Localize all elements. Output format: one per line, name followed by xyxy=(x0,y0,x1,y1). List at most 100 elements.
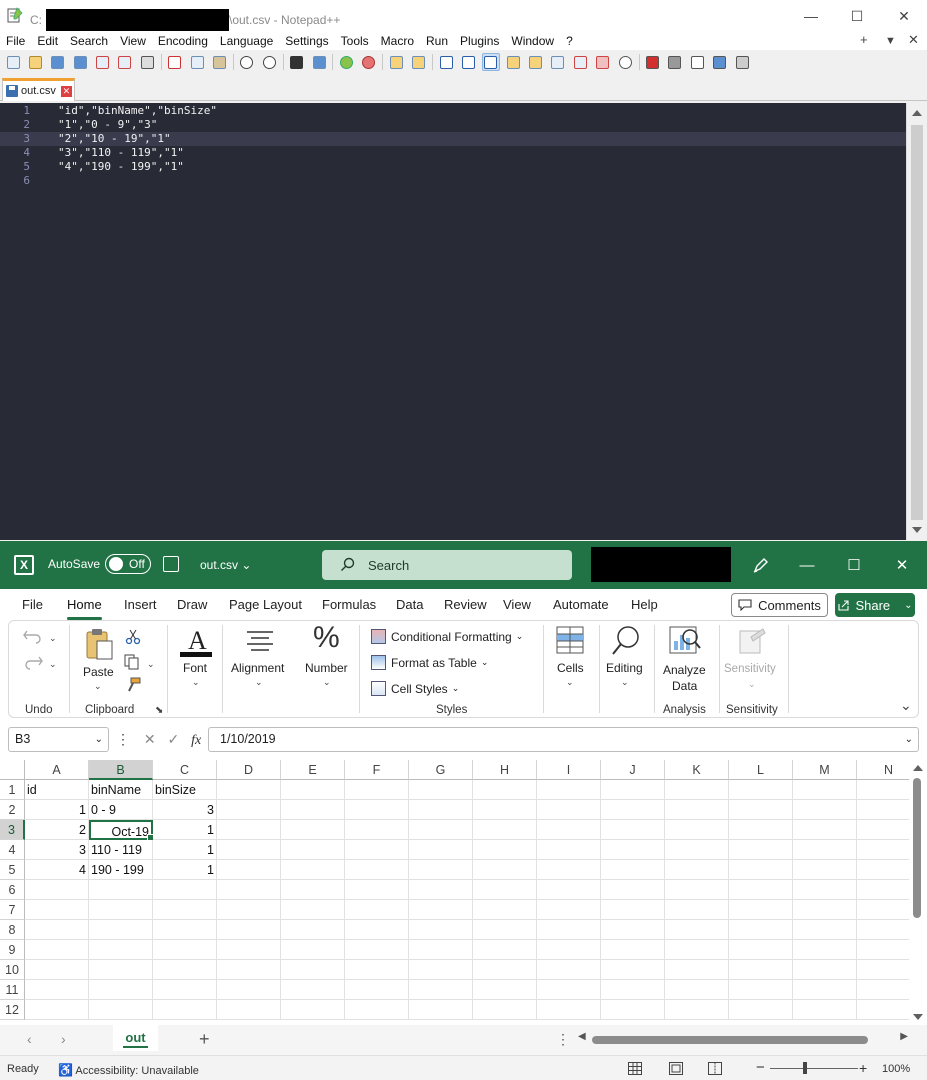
cell-b6[interactable] xyxy=(89,880,153,900)
cell-h12[interactable] xyxy=(473,1000,537,1020)
cell-k12[interactable] xyxy=(665,1000,729,1020)
column-header-k[interactable]: K xyxy=(665,760,729,780)
cell-d6[interactable] xyxy=(217,880,281,900)
run-macro-multiple-icon[interactable] xyxy=(711,53,729,71)
cell-j6[interactable] xyxy=(601,880,665,900)
menu-tools[interactable]: Tools xyxy=(335,34,375,48)
save-icon[interactable] xyxy=(163,556,179,572)
cell-e5[interactable] xyxy=(281,860,345,880)
cell-e1[interactable] xyxy=(281,780,345,800)
column-header-n[interactable]: N xyxy=(857,760,909,780)
editor-vertical-scrollbar[interactable] xyxy=(906,103,927,540)
cell-k11[interactable] xyxy=(665,980,729,1000)
cell-g12[interactable] xyxy=(409,1000,473,1020)
tab-automate[interactable]: Automate xyxy=(553,597,609,612)
doc-list-icon[interactable] xyxy=(549,53,567,71)
editing-search-icon[interactable] xyxy=(611,625,641,657)
share-button[interactable]: Share ⌄ xyxy=(835,593,915,617)
tab-draw[interactable]: Draw xyxy=(177,597,207,612)
cell-g1[interactable] xyxy=(409,780,473,800)
cell-b11[interactable] xyxy=(89,980,153,1000)
cell-c6[interactable] xyxy=(153,880,217,900)
cell-f6[interactable] xyxy=(345,880,409,900)
cell-f9[interactable] xyxy=(345,940,409,960)
cell-m1[interactable] xyxy=(793,780,857,800)
menu-search[interactable]: Search xyxy=(64,34,114,48)
column-header-d[interactable]: D xyxy=(217,760,281,780)
cell-c4[interactable]: 1 xyxy=(153,840,217,860)
cell-n4[interactable] xyxy=(857,840,909,860)
alignment-icon[interactable] xyxy=(245,629,275,655)
cell-m10[interactable] xyxy=(793,960,857,980)
cell-g5[interactable] xyxy=(409,860,473,880)
column-header-m[interactable]: M xyxy=(793,760,857,780)
redo-icon[interactable] xyxy=(260,53,278,71)
collapse-ribbon-icon[interactable]: ⌄ xyxy=(900,697,912,714)
cell-f4[interactable] xyxy=(345,840,409,860)
record-macro-icon[interactable] xyxy=(644,53,662,71)
spreadsheet-grid[interactable]: A B C D E F G H I J K L M N 1 id binName binSize 2 1 0 - 933… xyxy=(0,760,909,1022)
file-name-dropdown[interactable]: out.csv ⌄ xyxy=(200,558,251,572)
cell-m12[interactable] xyxy=(793,1000,857,1020)
code-editor[interactable]: 1 "id","binName","binSize" 2 "1","0 - 9","… xyxy=(0,103,927,540)
cell-k7[interactable] xyxy=(665,900,729,920)
new-file-icon[interactable] xyxy=(4,53,22,71)
cell-i1[interactable] xyxy=(537,780,601,800)
cell-g2[interactable] xyxy=(409,800,473,820)
cell-e7[interactable] xyxy=(281,900,345,920)
cell-l5[interactable] xyxy=(729,860,793,880)
word-wrap-icon[interactable] xyxy=(437,53,455,71)
cell-b12[interactable] xyxy=(89,1000,153,1020)
cell-b7[interactable] xyxy=(89,900,153,920)
cell-g11[interactable] xyxy=(409,980,473,1000)
cancel-formula-icon[interactable]: ✕ xyxy=(144,731,156,747)
cell-d7[interactable] xyxy=(217,900,281,920)
accessibility-status[interactable]: ♿ Accessibility: Unavailable xyxy=(58,1063,199,1077)
cells-dropdown-icon[interactable]: ⌄ xyxy=(566,677,574,688)
copy-icon[interactable] xyxy=(124,654,140,670)
cell-i3[interactable] xyxy=(537,820,601,840)
clipboard-launcher-icon[interactable]: ⬊ xyxy=(155,705,163,716)
column-header-j[interactable]: J xyxy=(601,760,665,780)
scroll-right-icon[interactable]: ▶ xyxy=(900,1031,908,1042)
format-as-table-button[interactable]: Format as Table ⌄ xyxy=(371,655,488,670)
row-header-11[interactable]: 11 xyxy=(0,980,25,1000)
cell-n10[interactable] xyxy=(857,960,909,980)
analyze-data-label-line2[interactable]: Data xyxy=(672,679,697,693)
font-icon[interactable]: A xyxy=(179,625,213,659)
cell-h2[interactable] xyxy=(473,800,537,820)
name-box-dropdown-icon[interactable]: ⌄ xyxy=(95,728,103,751)
redo-dropdown-icon[interactable]: ⌄ xyxy=(49,659,57,670)
cell-f3[interactable] xyxy=(345,820,409,840)
cell-n1[interactable] xyxy=(857,780,909,800)
next-sheet-icon[interactable]: › xyxy=(61,1031,66,1047)
horizontal-scrollbar[interactable]: ◀ ▶ xyxy=(578,1031,908,1046)
cell-c5[interactable]: 1 xyxy=(153,860,217,880)
alignment-dropdown-icon[interactable]: ⌄ xyxy=(255,677,263,688)
find-icon[interactable] xyxy=(288,53,306,71)
row-header-6[interactable]: 6 xyxy=(0,880,25,900)
cell-n5[interactable] xyxy=(857,860,909,880)
comments-button[interactable]: Comments xyxy=(731,593,828,617)
cell-c11[interactable] xyxy=(153,980,217,1000)
cell-b3[interactable]: Oct-19 xyxy=(89,820,154,841)
cell-a1[interactable]: id xyxy=(25,780,89,800)
cell-e9[interactable] xyxy=(281,940,345,960)
cell-h1[interactable] xyxy=(473,780,537,800)
replace-icon[interactable] xyxy=(310,53,328,71)
cut-icon[interactable] xyxy=(166,53,184,71)
scroll-thumb[interactable] xyxy=(592,1036,868,1044)
doc-map-icon[interactable] xyxy=(527,53,545,71)
cell-d11[interactable] xyxy=(217,980,281,1000)
cell-a10[interactable] xyxy=(25,960,89,980)
cell-d3[interactable] xyxy=(217,820,281,840)
cell-j1[interactable] xyxy=(601,780,665,800)
cell-i7[interactable] xyxy=(537,900,601,920)
cell-a5[interactable]: 4 xyxy=(25,860,89,880)
scroll-up-icon[interactable] xyxy=(912,110,922,116)
sensitivity-icon[interactable] xyxy=(737,625,767,657)
close-doc-icon[interactable]: ✕ xyxy=(908,32,919,50)
cells-icon[interactable] xyxy=(555,625,585,655)
tab-page-layout[interactable]: Page Layout xyxy=(229,597,302,612)
cell-l12[interactable] xyxy=(729,1000,793,1020)
